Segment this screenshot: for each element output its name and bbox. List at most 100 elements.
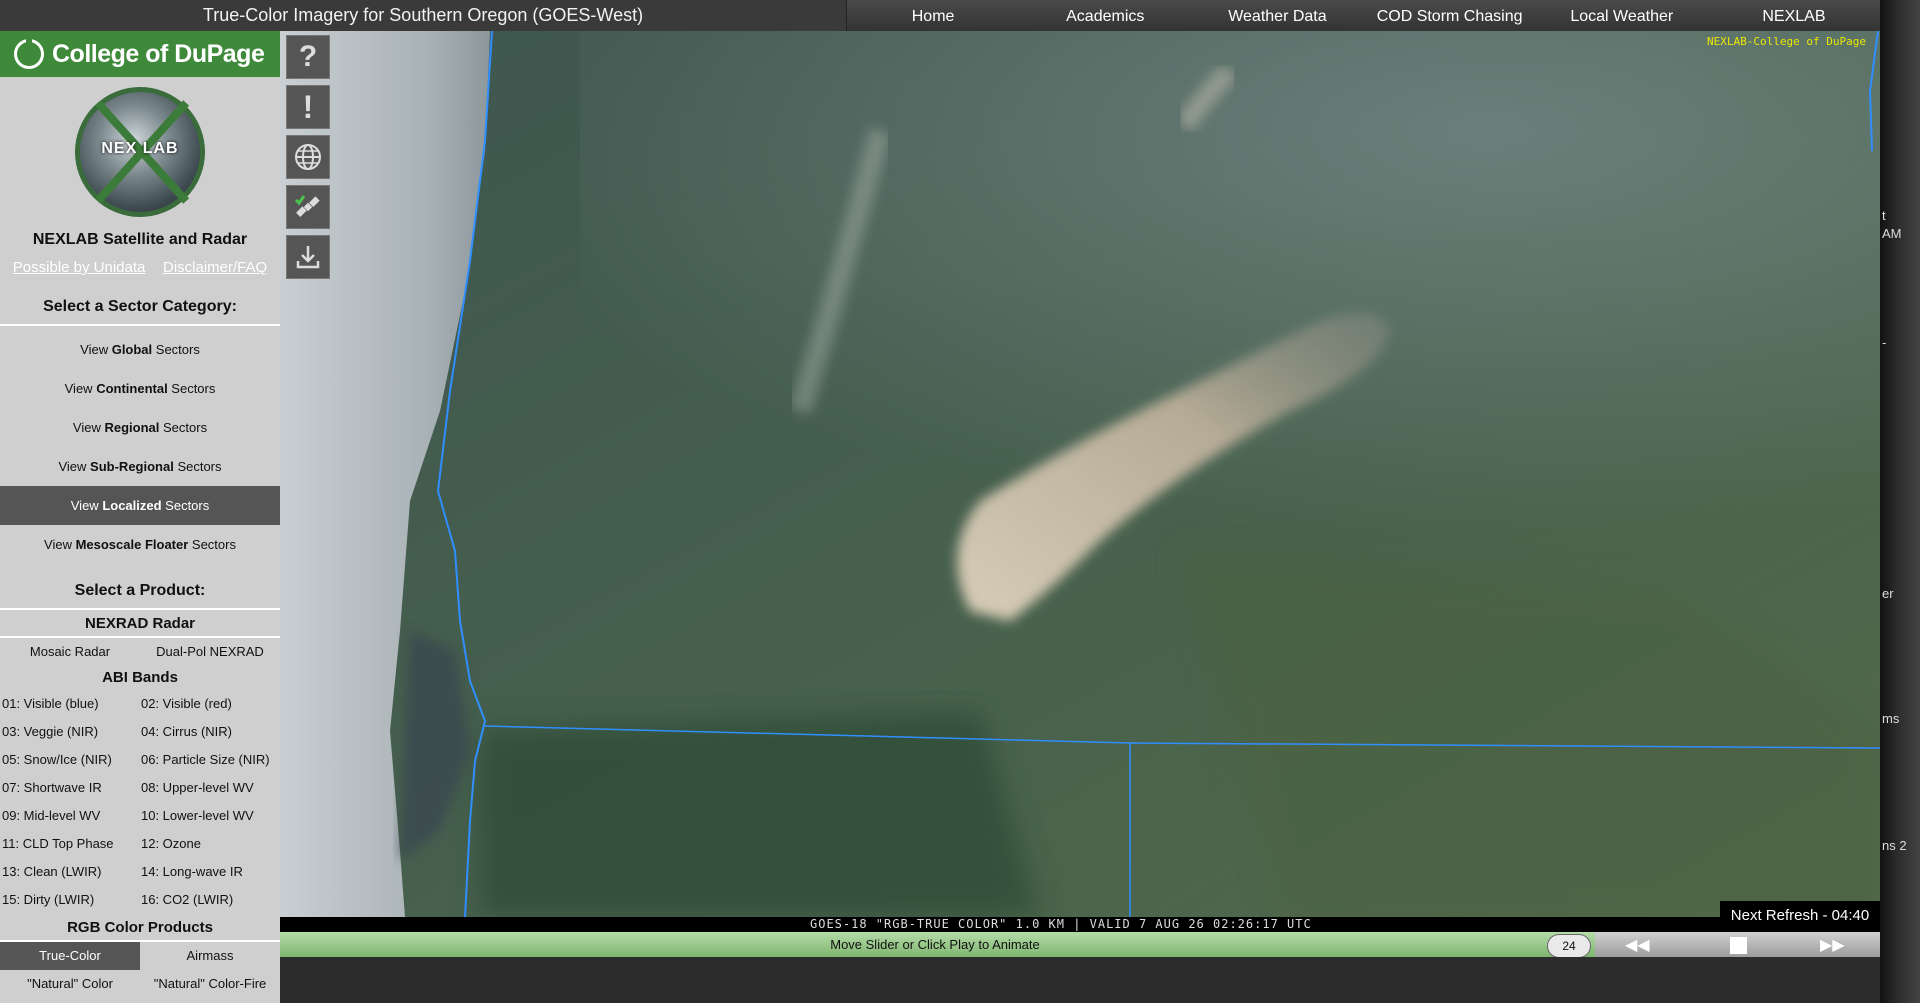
- sector-suffix: Sectors: [152, 342, 200, 357]
- abi-band-option[interactable]: 06: Particle Size (NIR): [141, 746, 280, 774]
- abi-band-option[interactable]: 03: Veggie (NIR): [0, 718, 141, 746]
- nav-local-weather[interactable]: Local Weather: [1536, 0, 1708, 31]
- abi-band-option[interactable]: 07: Shortwave IR: [0, 774, 141, 802]
- sector-item-global[interactable]: View Global Sectors: [0, 330, 280, 369]
- natural-color-option[interactable]: "Natural" Color: [0, 970, 140, 998]
- download-icon[interactable]: [286, 235, 330, 279]
- abi-band-option[interactable]: 12: Ozone: [141, 830, 280, 858]
- site-title: NEXLAB Satellite and Radar: [32, 231, 248, 248]
- abi-band-option[interactable]: 05: Snow/Ice (NIR): [0, 746, 141, 774]
- abi-band-option[interactable]: 09: Mid-level WV: [0, 802, 141, 830]
- sector-suffix: Sectors: [167, 381, 216, 396]
- satellite-icon[interactable]: [286, 185, 330, 229]
- abi-band-option[interactable]: 13: Clean (LWIR): [0, 858, 141, 886]
- abi-band-row: 13: Clean (LWIR) 14: Long-wave IR: [0, 858, 280, 886]
- frame-count-selector[interactable]: 24: [1547, 934, 1591, 958]
- cod-logo-icon: [14, 38, 44, 69]
- nav-weather-data[interactable]: Weather Data: [1191, 0, 1363, 31]
- abi-band-row: 09: Mid-level WV 10: Lower-level WV: [0, 802, 280, 830]
- college-header[interactable]: College of DuPage: [0, 31, 280, 77]
- background-text: er: [1882, 586, 1894, 601]
- sector-name: Global: [111, 342, 153, 357]
- sidebar: College of DuPage NEX LAB NEXLAB Satelli…: [0, 31, 280, 1003]
- true-color-option[interactable]: True-Color: [0, 942, 140, 970]
- sector-name: Localized: [102, 498, 162, 513]
- sector-item-mesoscale-floater[interactable]: View Mesoscale Floater Sectors: [0, 525, 280, 564]
- stop-icon[interactable]: [1730, 937, 1747, 954]
- nav-home[interactable]: Home: [847, 0, 1019, 31]
- abi-band-row: 11: CLD Top Phase 12: Ozone: [0, 830, 280, 858]
- natural-color-fire-option[interactable]: "Natural" Color-Fire: [140, 970, 280, 998]
- abi-band-row: 03: Veggie (NIR) 04: Cirrus (NIR): [0, 718, 280, 746]
- unidata-link[interactable]: Possible by Unidata: [13, 259, 146, 276]
- sector-item-continental[interactable]: View Continental Sectors: [0, 369, 280, 408]
- abi-band-option[interactable]: 15: Dirty (LWIR): [0, 886, 141, 914]
- abi-band-option[interactable]: 14: Long-wave IR: [141, 858, 280, 886]
- abi-band-row: 07: Shortwave IR 08: Upper-level WV: [0, 774, 280, 802]
- top-nav: Home Academics Weather Data COD Storm Ch…: [846, 0, 1880, 31]
- abi-band-option[interactable]: 16: CO2 (LWIR): [141, 886, 280, 914]
- abi-band-list: 01: Visible (blue) 02: Visible (red) 03: V…: [0, 690, 280, 914]
- nexlab-logo[interactable]: NEX LAB: [75, 87, 205, 217]
- nav-academics[interactable]: Academics: [1019, 0, 1191, 31]
- sector-suffix: Sectors: [159, 420, 208, 435]
- background-text: AM: [1882, 226, 1902, 241]
- satellite-image[interactable]: NEXLAB-College of DuPage: [280, 31, 1880, 917]
- abi-band-row: 15: Dirty (LWIR) 16: CO2 (LWIR): [0, 886, 280, 914]
- radar-products: Mosaic Radar Dual-Pol NEXRAD: [0, 638, 280, 666]
- bottom-panel: [280, 957, 1880, 1003]
- background-text: t: [1882, 208, 1886, 223]
- disclaimer-link[interactable]: Disclaimer/FAQ: [163, 259, 267, 276]
- sector-prefix: View: [58, 459, 91, 474]
- background-page-edge: t AM - er ms ns 2: [1880, 0, 1920, 1003]
- product-heading: Select a Product:: [0, 574, 280, 610]
- rgb-row-1: True-Color Airmass: [0, 942, 280, 970]
- sector-prefix: View: [44, 537, 76, 552]
- abi-band-option[interactable]: 04: Cirrus (NIR): [141, 718, 280, 746]
- sector-item-localized[interactable]: View Localized Sectors: [0, 486, 280, 525]
- fast-forward-icon[interactable]: ▶▶: [1820, 935, 1845, 955]
- abi-band-option[interactable]: 11: CLD Top Phase: [0, 830, 141, 858]
- nav-nexlab[interactable]: NEXLAB: [1708, 0, 1880, 31]
- mosaic-radar-option[interactable]: Mosaic Radar: [0, 638, 140, 666]
- abi-band-option[interactable]: 10: Lower-level WV: [141, 802, 280, 830]
- animation-bar[interactable]: Move Slider or Click Play to Animate 24 …: [280, 932, 1880, 958]
- background-text: -: [1882, 335, 1887, 350]
- sector-heading: Select a Sector Category:: [0, 290, 280, 326]
- nav-storm-chasing[interactable]: COD Storm Chasing: [1364, 0, 1536, 31]
- sector-suffix: Sectors: [173, 459, 222, 474]
- logo-text: NEX LAB: [101, 140, 179, 157]
- next-refresh: Next Refresh - 04:40: [1720, 901, 1880, 931]
- abi-band-option[interactable]: 01: Visible (blue): [0, 690, 141, 718]
- globe-icon[interactable]: [286, 135, 330, 179]
- sector-suffix: Sectors: [188, 537, 236, 552]
- page-title: True-Color Imagery for Southern Oregon (…: [0, 0, 846, 31]
- airmass-option[interactable]: Airmass: [140, 942, 280, 970]
- sector-item-regional[interactable]: View Regional Sectors: [0, 408, 280, 447]
- satellite-image-render: [280, 31, 1880, 917]
- sector-item-sub-regional[interactable]: View Sub-Regional Sectors: [0, 447, 280, 486]
- abi-band-row: 05: Snow/Ice (NIR) 06: Particle Size (NIR…: [0, 746, 280, 774]
- abi-band-option[interactable]: 02: Visible (red): [141, 690, 280, 718]
- background-text: ns 2: [1882, 838, 1907, 853]
- rgb-row-2: "Natural" Color "Natural" Color-Fire: [0, 970, 280, 998]
- sector-prefix: View: [80, 342, 112, 357]
- top-bar: True-Color Imagery for Southern Oregon (…: [0, 0, 1880, 31]
- rewind-icon[interactable]: ◀◀: [1625, 935, 1650, 955]
- abi-band-row: 01: Visible (blue) 02: Visible (red): [0, 690, 280, 718]
- sector-prefix: View: [64, 381, 97, 396]
- sector-prefix: View: [70, 498, 103, 513]
- dual-pol-nexrad-option[interactable]: Dual-Pol NEXRAD: [140, 638, 280, 666]
- sector-name: Regional: [104, 420, 160, 435]
- abi-band-option[interactable]: 08: Upper-level WV: [141, 774, 280, 802]
- sector-name: Sub-Regional: [90, 459, 174, 474]
- sector-suffix: Sectors: [161, 498, 210, 513]
- alert-icon[interactable]: !: [286, 85, 330, 129]
- rgb-heading: RGB Color Products: [0, 914, 280, 942]
- sector-name: Mesoscale Floater: [75, 537, 189, 552]
- image-watermark: NEXLAB-College of DuPage: [1707, 35, 1866, 48]
- sidebar-links: Possible by Unidata Disclaimer/FAQ: [0, 259, 280, 276]
- help-icon[interactable]: ?: [286, 35, 330, 79]
- image-caption: GOES-18 "RGB-TRUE COLOR" 1.0 KM | VALID …: [810, 917, 1312, 931]
- animation-hint: Move Slider or Click Play to Animate: [830, 937, 1040, 952]
